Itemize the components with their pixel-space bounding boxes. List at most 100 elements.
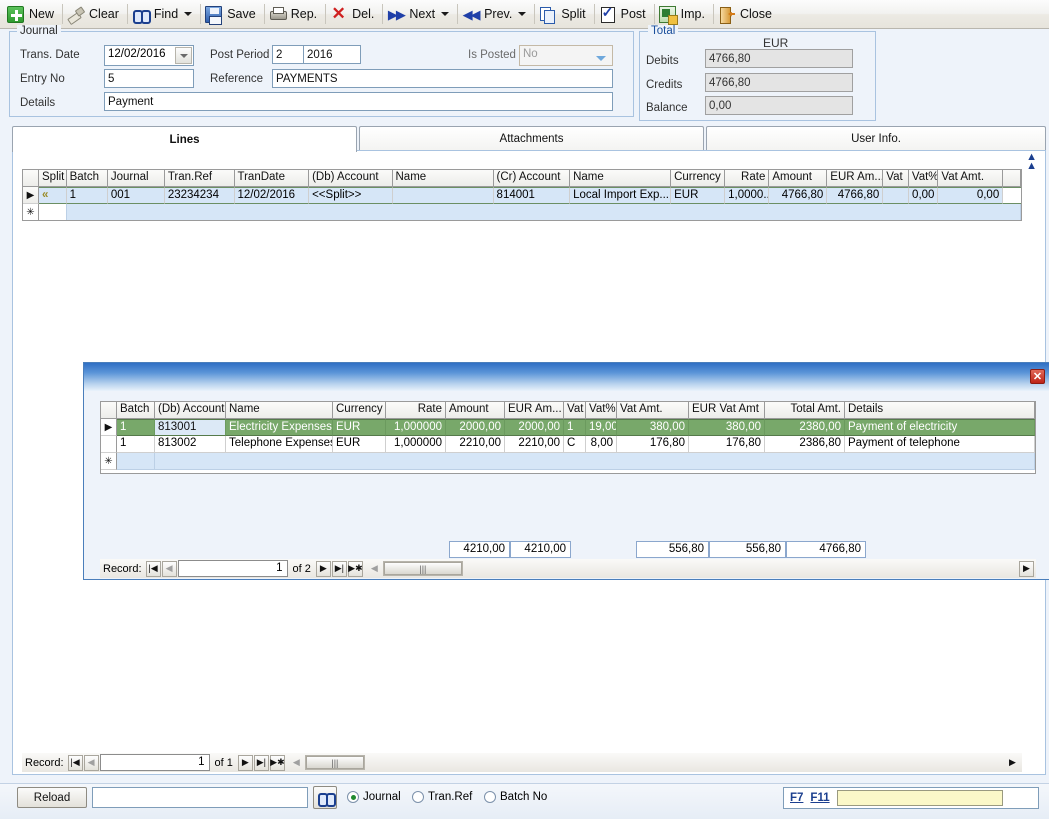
new-record-button[interactable]: ▶✱ <box>347 560 363 577</box>
col-tran-ref[interactable]: Tran.Ref <box>164 170 235 187</box>
scroll-right-button[interactable]: ▶ <box>1005 755 1020 771</box>
col-total-amount[interactable]: Total Amt. <box>765 402 845 419</box>
function-key-input[interactable] <box>836 790 1003 806</box>
cell-batch[interactable]: 1 <box>66 187 108 204</box>
entry-no-field[interactable]: 5 <box>104 69 194 88</box>
f11-link[interactable]: F11 <box>810 792 829 804</box>
radio-journal[interactable]: Journal <box>347 791 401 803</box>
row-selector-arrow-icon[interactable]: ▶ <box>23 187 39 204</box>
col-vat-pct[interactable]: Vat% <box>586 402 617 419</box>
tab-user-info[interactable]: User Info. <box>706 126 1046 151</box>
first-record-button[interactable]: |◀ <box>145 560 161 577</box>
col-amount[interactable]: Amount <box>446 402 505 419</box>
cell-eur-vat-amount[interactable]: 380,00 <box>689 419 765 436</box>
first-record-button[interactable]: |◀ <box>67 754 83 771</box>
col-currency[interactable]: Currency <box>333 402 386 419</box>
toolbar-button-find[interactable]: Find <box>129 2 199 27</box>
cell-eur-vat-amount[interactable]: 176,80 <box>689 436 765 453</box>
cell-batch[interactable]: 1 <box>117 419 155 436</box>
scroll-up-icon[interactable]: ▲ ▲ <box>1026 152 1037 172</box>
col-cr-account[interactable]: (Cr) Account <box>493 170 571 187</box>
col-vat-amount[interactable]: Vat Amt. <box>617 402 689 419</box>
post-year-field[interactable]: 2016 <box>303 45 361 64</box>
cell-amount[interactable]: 2000,00 <box>446 419 505 436</box>
scroll-right-button[interactable]: ▶ <box>1019 560 1034 577</box>
close-icon[interactable]: ✕ <box>1030 369 1045 384</box>
previous-record-button[interactable]: ◀ <box>83 754 99 771</box>
tab-lines[interactable]: Lines <box>12 126 357 152</box>
radio-batch-no[interactable]: Batch No <box>484 791 547 803</box>
previous-record-button[interactable]: ◀ <box>161 560 177 577</box>
col-eur-amount[interactable]: EUR Am... <box>505 402 564 419</box>
scroll-left-button[interactable]: ◀ <box>289 755 304 771</box>
cell-name[interactable]: Electricity Expenses <box>226 419 333 436</box>
last-record-button[interactable]: ▶| <box>331 560 347 577</box>
new-row[interactable]: ✳ <box>23 204 1021 220</box>
row-selector[interactable] <box>101 436 117 453</box>
f7-link[interactable]: F7 <box>790 792 803 804</box>
col-db-account[interactable]: (Db) Account <box>309 170 393 187</box>
col-details[interactable]: Details <box>845 402 1035 419</box>
cell-total-amount[interactable]: 2386,80 <box>765 436 845 453</box>
next-record-button[interactable]: ▶ <box>315 560 331 577</box>
cell-db-account[interactable]: <<Split>> <box>309 187 393 204</box>
calendar-dropdown-icon[interactable] <box>175 47 192 64</box>
split-record-current[interactable]: 1 <box>177 560 288 577</box>
cell-cr-account[interactable]: 814001 <box>493 187 571 204</box>
toolbar-button-new[interactable]: New <box>4 2 61 27</box>
col-vat-pct[interactable]: Vat% <box>908 170 939 187</box>
cell-vat[interactable] <box>883 187 909 204</box>
table-row[interactable]: ▶ « 1 001 23234234 12/02/2016 <<Split>> … <box>23 187 1021 204</box>
cell-cr-name[interactable]: Local Import Exp... <box>570 187 672 204</box>
cell-tran-date[interactable]: 12/02/2016 <box>234 187 310 204</box>
scrollbar-thumb[interactable]: ||| <box>383 562 462 575</box>
cell-currency[interactable]: EUR <box>333 436 386 453</box>
new-row-marker-icon[interactable]: ✳ <box>101 453 117 470</box>
row-selector-arrow-icon[interactable]: ▶ <box>101 419 117 436</box>
col-eur-vat-amount[interactable]: EUR Vat Amt <box>689 402 765 419</box>
cell-currency[interactable]: EUR <box>333 419 386 436</box>
cell-vat-pct[interactable]: 0,00 <box>908 187 939 204</box>
new-cell-split[interactable] <box>39 204 67 220</box>
scrollbar-thumb[interactable]: ||| <box>305 756 364 769</box>
new-row[interactable]: ✳ <box>101 453 1035 470</box>
cell-rate[interactable]: 1,000000 <box>386 419 446 436</box>
cell-currency[interactable]: EUR <box>671 187 726 204</box>
col-vat-amount[interactable]: Vat Amt. <box>938 170 1004 187</box>
last-record-button[interactable]: ▶| <box>253 754 269 771</box>
col-name[interactable]: Name <box>226 402 333 419</box>
cell-rate[interactable]: 1,0000... <box>725 187 770 204</box>
col-amount[interactable]: Amount <box>769 170 828 187</box>
chevron-down-icon[interactable] <box>518 12 527 16</box>
col-rate[interactable]: Rate <box>386 402 446 419</box>
cell-amount[interactable]: 4766,80 <box>769 187 828 204</box>
col-tran-date[interactable]: TranDate <box>234 170 310 187</box>
toolbar-button-import[interactable]: Imp. <box>656 2 712 27</box>
new-cell-batch[interactable] <box>117 453 155 470</box>
radio-tran-ref[interactable]: Tran.Ref <box>412 791 472 803</box>
cell-vat-amount[interactable]: 0,00 <box>938 187 1004 204</box>
toolbar-button-delete[interactable]: ✕ Del. <box>327 2 381 27</box>
cell-db-name[interactable] <box>392 187 494 204</box>
cell-details[interactable]: Payment of electricity <box>845 419 1035 436</box>
search-input[interactable] <box>92 787 308 808</box>
lines-record-current[interactable]: 1 <box>99 754 210 771</box>
col-batch[interactable]: Batch <box>66 170 108 187</box>
cell-db-account[interactable]: 813001 <box>155 419 226 436</box>
details-field[interactable]: Payment <box>104 92 613 111</box>
col-db-name[interactable]: Name <box>392 170 494 187</box>
tab-attachments[interactable]: Attachments <box>359 126 704 151</box>
toolbar-button-report[interactable]: Rep. <box>266 2 324 27</box>
next-record-button[interactable]: ▶ <box>237 754 253 771</box>
cell-vat[interactable]: C <box>564 436 586 453</box>
subform-titlebar[interactable] <box>84 363 1049 391</box>
toolbar-button-close[interactable]: Close <box>715 2 779 27</box>
reference-field[interactable]: PAYMENTS <box>272 69 613 88</box>
col-eur-amount[interactable]: EUR Am... <box>827 170 884 187</box>
reload-button[interactable]: Reload <box>17 787 87 808</box>
cell-eur-amount[interactable]: 2000,00 <box>505 419 564 436</box>
cell-vat-pct[interactable]: 19,00 <box>586 419 617 436</box>
cell-amount[interactable]: 2210,00 <box>446 436 505 453</box>
cell-vat-amount[interactable]: 176,80 <box>617 436 689 453</box>
col-currency[interactable]: Currency <box>671 170 726 187</box>
